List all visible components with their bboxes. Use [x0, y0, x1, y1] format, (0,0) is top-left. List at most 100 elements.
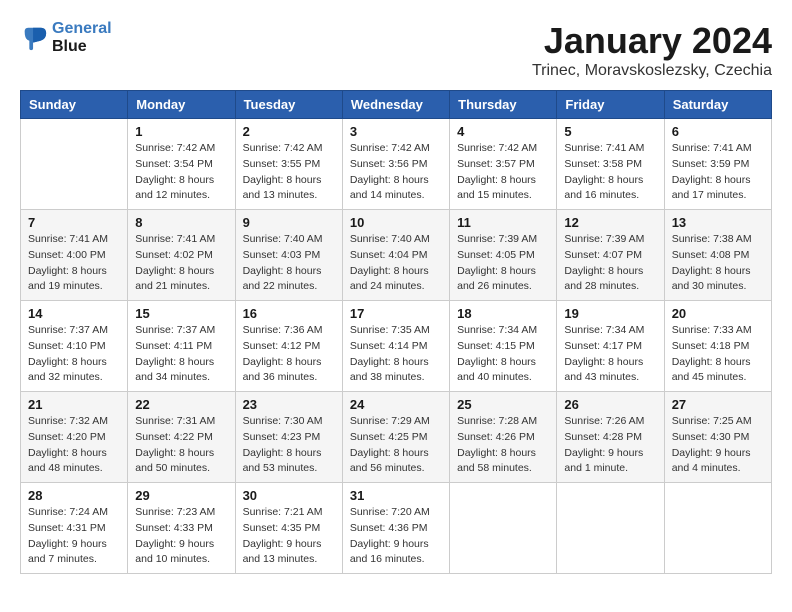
- day-number: 24: [350, 397, 442, 412]
- calendar-cell: 8 Sunrise: 7:41 AMSunset: 4:02 PMDaylight…: [128, 210, 235, 301]
- day-number: 1: [135, 124, 227, 139]
- day-number: 23: [243, 397, 335, 412]
- logo-text: General Blue: [52, 20, 112, 56]
- header-sunday: Sunday: [21, 91, 128, 119]
- day-info: Sunrise: 7:42 AMSunset: 3:54 PMDaylight:…: [135, 141, 227, 204]
- calendar-cell: 1 Sunrise: 7:42 AMSunset: 3:54 PMDaylight…: [128, 119, 235, 210]
- calendar-week-row: 28 Sunrise: 7:24 AMSunset: 4:31 PMDayligh…: [21, 483, 772, 574]
- day-info: Sunrise: 7:42 AMSunset: 3:56 PMDaylight:…: [350, 141, 442, 204]
- calendar-cell: 20Sunrise: 7:33 AMSunset: 4:18 PMDayligh…: [664, 301, 771, 392]
- day-number: 13: [672, 215, 764, 230]
- day-info: Sunrise: 7:41 AMSunset: 4:00 PMDaylight:…: [28, 232, 120, 295]
- day-number: 31: [350, 488, 442, 503]
- day-info: Sunrise: 7:41 AMSunset: 3:59 PMDaylight:…: [672, 141, 764, 204]
- day-number: 16: [243, 306, 335, 321]
- calendar-cell: [450, 483, 557, 574]
- day-number: 20: [672, 306, 764, 321]
- day-info: Sunrise: 7:24 AMSunset: 4:31 PMDaylight:…: [28, 505, 120, 568]
- calendar-cell: 18 Sunrise: 7:34 AMSunset: 4:15 PMDayligh…: [450, 301, 557, 392]
- day-number: 2: [243, 124, 335, 139]
- calendar-cell: 22 Sunrise: 7:31 AMSunset: 4:22 PMDayligh…: [128, 392, 235, 483]
- page-header: General Blue January 2024 Trinec, Moravs…: [20, 20, 772, 80]
- day-info: Sunrise: 7:42 AMSunset: 3:55 PMDaylight:…: [243, 141, 335, 204]
- title-area: January 2024 Trinec, Moravskoslezsky, Cz…: [532, 20, 772, 80]
- calendar-cell: [664, 483, 771, 574]
- day-info: Sunrise: 7:37 AMSunset: 4:11 PMDaylight:…: [135, 323, 227, 386]
- day-info: Sunrise: 7:21 AMSunset: 4:35 PMDaylight:…: [243, 505, 335, 568]
- day-number: 10: [350, 215, 442, 230]
- day-number: 8: [135, 215, 227, 230]
- calendar-cell: [21, 119, 128, 210]
- day-info: Sunrise: 7:34 AMSunset: 4:17 PMDaylight:…: [564, 323, 656, 386]
- calendar-cell: 25 Sunrise: 7:28 AMSunset: 4:26 PMDayligh…: [450, 392, 557, 483]
- day-info: Sunrise: 7:26 AMSunset: 4:28 PMDaylight:…: [564, 414, 656, 477]
- day-info: Sunrise: 7:28 AMSunset: 4:26 PMDaylight:…: [457, 414, 549, 477]
- location-subtitle: Trinec, Moravskoslezsky, Czechia: [532, 62, 772, 80]
- calendar-cell: 14 Sunrise: 7:37 AMSunset: 4:10 PMDayligh…: [21, 301, 128, 392]
- day-number: 19: [564, 306, 656, 321]
- header-thursday: Thursday: [450, 91, 557, 119]
- logo: General Blue: [20, 20, 112, 56]
- day-info: Sunrise: 7:37 AMSunset: 4:10 PMDaylight:…: [28, 323, 120, 386]
- calendar-cell: 12Sunrise: 7:39 AMSunset: 4:07 PMDayligh…: [557, 210, 664, 301]
- day-number: 4: [457, 124, 549, 139]
- day-number: 21: [28, 397, 120, 412]
- day-info: Sunrise: 7:41 AMSunset: 4:02 PMDaylight:…: [135, 232, 227, 295]
- day-number: 30: [243, 488, 335, 503]
- calendar-cell: 9Sunrise: 7:40 AMSunset: 4:03 PMDaylight…: [235, 210, 342, 301]
- header-monday: Monday: [128, 91, 235, 119]
- calendar-cell: 2 Sunrise: 7:42 AMSunset: 3:55 PMDaylight…: [235, 119, 342, 210]
- header-saturday: Saturday: [664, 91, 771, 119]
- day-number: 22: [135, 397, 227, 412]
- day-number: 9: [243, 215, 335, 230]
- calendar-cell: 16 Sunrise: 7:36 AMSunset: 4:12 PMDayligh…: [235, 301, 342, 392]
- day-info: Sunrise: 7:29 AMSunset: 4:25 PMDaylight:…: [350, 414, 442, 477]
- calendar-cell: 11Sunrise: 7:39 AMSunset: 4:05 PMDayligh…: [450, 210, 557, 301]
- day-number: 15: [135, 306, 227, 321]
- day-number: 28: [28, 488, 120, 503]
- day-info: Sunrise: 7:20 AMSunset: 4:36 PMDaylight:…: [350, 505, 442, 568]
- day-number: 7: [28, 215, 120, 230]
- calendar-week-row: 14 Sunrise: 7:37 AMSunset: 4:10 PMDayligh…: [21, 301, 772, 392]
- calendar-cell: 28 Sunrise: 7:24 AMSunset: 4:31 PMDayligh…: [21, 483, 128, 574]
- calendar-cell: 13 Sunrise: 7:38 AMSunset: 4:08 PMDayligh…: [664, 210, 771, 301]
- day-number: 26: [564, 397, 656, 412]
- calendar-cell: 26 Sunrise: 7:26 AMSunset: 4:28 PMDayligh…: [557, 392, 664, 483]
- calendar-cell: 30 Sunrise: 7:21 AMSunset: 4:35 PMDayligh…: [235, 483, 342, 574]
- calendar-table: SundayMondayTuesdayWednesdayThursdayFrid…: [20, 90, 772, 574]
- calendar-cell: 7 Sunrise: 7:41 AMSunset: 4:00 PMDaylight…: [21, 210, 128, 301]
- day-number: 14: [28, 306, 120, 321]
- header-friday: Friday: [557, 91, 664, 119]
- calendar-header-row: SundayMondayTuesdayWednesdayThursdayFrid…: [21, 91, 772, 119]
- day-info: Sunrise: 7:39 AMSunset: 4:05 PMDaylight:…: [457, 232, 549, 295]
- calendar-week-row: 21Sunrise: 7:32 AMSunset: 4:20 PMDayligh…: [21, 392, 772, 483]
- day-number: 18: [457, 306, 549, 321]
- calendar-cell: 24 Sunrise: 7:29 AMSunset: 4:25 PMDayligh…: [342, 392, 449, 483]
- calendar-cell: 31 Sunrise: 7:20 AMSunset: 4:36 PMDayligh…: [342, 483, 449, 574]
- day-number: 3: [350, 124, 442, 139]
- day-info: Sunrise: 7:38 AMSunset: 4:08 PMDaylight:…: [672, 232, 764, 295]
- calendar-cell: 19 Sunrise: 7:34 AMSunset: 4:17 PMDayligh…: [557, 301, 664, 392]
- calendar-cell: 4 Sunrise: 7:42 AMSunset: 3:57 PMDaylight…: [450, 119, 557, 210]
- calendar-cell: 10 Sunrise: 7:40 AMSunset: 4:04 PMDayligh…: [342, 210, 449, 301]
- month-title: January 2024: [532, 20, 772, 62]
- calendar-cell: 3 Sunrise: 7:42 AMSunset: 3:56 PMDaylight…: [342, 119, 449, 210]
- day-info: Sunrise: 7:42 AMSunset: 3:57 PMDaylight:…: [457, 141, 549, 204]
- day-info: Sunrise: 7:39 AMSunset: 4:07 PMDaylight:…: [564, 232, 656, 295]
- day-info: Sunrise: 7:40 AMSunset: 4:04 PMDaylight:…: [350, 232, 442, 295]
- day-info: Sunrise: 7:30 AMSunset: 4:23 PMDaylight:…: [243, 414, 335, 477]
- day-number: 27: [672, 397, 764, 412]
- day-number: 29: [135, 488, 227, 503]
- calendar-cell: 29Sunrise: 7:23 AMSunset: 4:33 PMDayligh…: [128, 483, 235, 574]
- day-info: Sunrise: 7:35 AMSunset: 4:14 PMDaylight:…: [350, 323, 442, 386]
- day-info: Sunrise: 7:34 AMSunset: 4:15 PMDaylight:…: [457, 323, 549, 386]
- calendar-week-row: 1 Sunrise: 7:42 AMSunset: 3:54 PMDaylight…: [21, 119, 772, 210]
- day-info: Sunrise: 7:36 AMSunset: 4:12 PMDaylight:…: [243, 323, 335, 386]
- day-number: 25: [457, 397, 549, 412]
- day-info: Sunrise: 7:41 AMSunset: 3:58 PMDaylight:…: [564, 141, 656, 204]
- day-info: Sunrise: 7:25 AMSunset: 4:30 PMDaylight:…: [672, 414, 764, 477]
- calendar-cell: 21Sunrise: 7:32 AMSunset: 4:20 PMDayligh…: [21, 392, 128, 483]
- calendar-cell: 15 Sunrise: 7:37 AMSunset: 4:11 PMDayligh…: [128, 301, 235, 392]
- day-number: 17: [350, 306, 442, 321]
- day-info: Sunrise: 7:31 AMSunset: 4:22 PMDaylight:…: [135, 414, 227, 477]
